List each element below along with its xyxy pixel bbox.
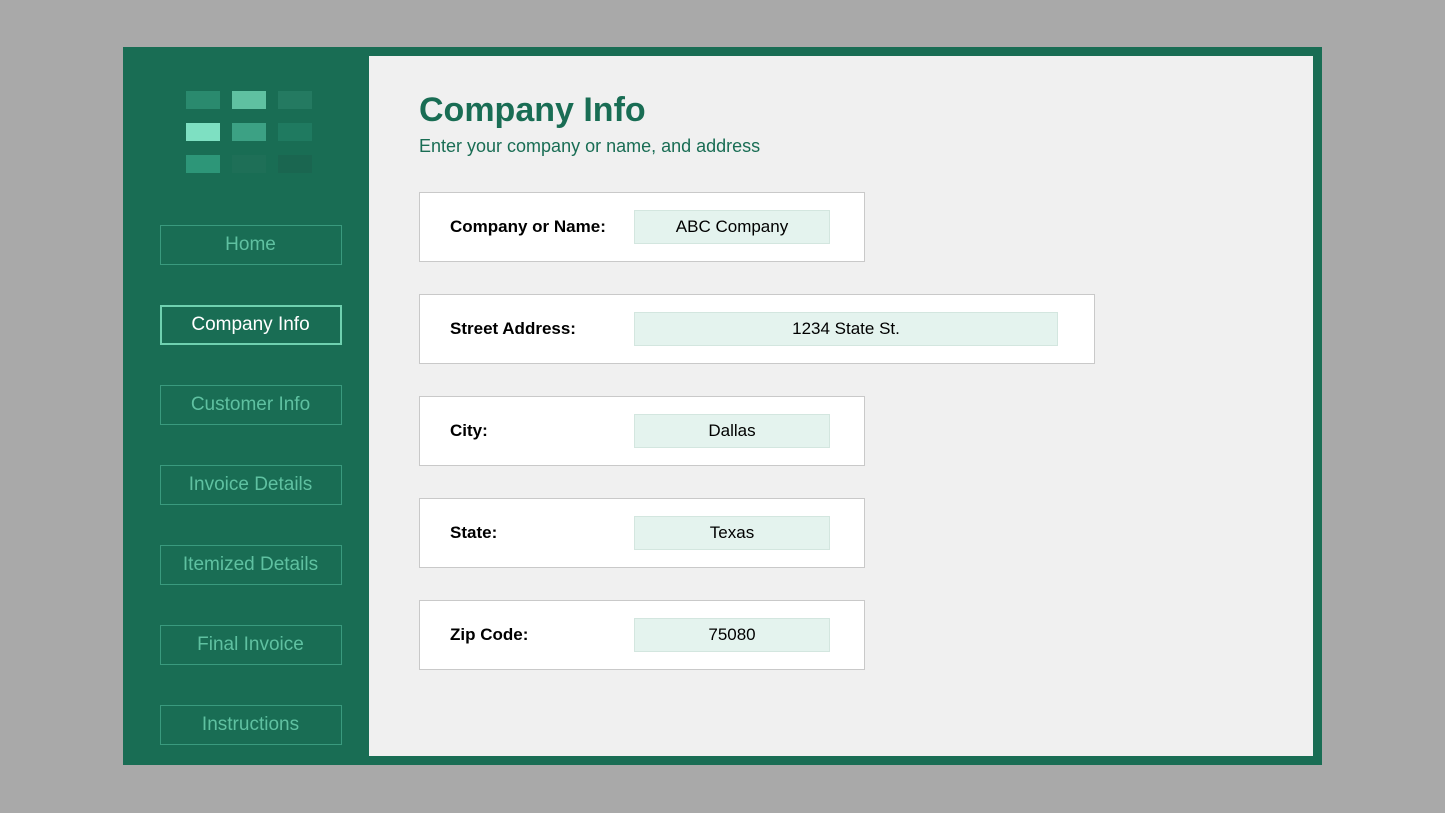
city-input[interactable]: Dallas — [634, 414, 830, 448]
nav-itemized-details[interactable]: Itemized Details — [160, 545, 342, 585]
state-input[interactable]: Texas — [634, 516, 830, 550]
logo-icon — [186, 91, 316, 175]
nav: Home Company Info Customer Info Invoice … — [160, 225, 342, 745]
nav-label: Home — [225, 234, 276, 256]
nav-label: Instructions — [202, 714, 299, 736]
field-row-city: City: Dallas — [419, 396, 865, 466]
sidebar: Home Company Info Customer Info Invoice … — [132, 56, 369, 756]
app-frame: Home Company Info Customer Info Invoice … — [123, 47, 1322, 765]
nav-instructions[interactable]: Instructions — [160, 705, 342, 745]
nav-final-invoice[interactable]: Final Invoice — [160, 625, 342, 665]
page-subtitle: Enter your company or name, and address — [419, 136, 1263, 157]
field-row-zip: Zip Code: 75080 — [419, 600, 865, 670]
city-label: City: — [450, 421, 620, 441]
street-input[interactable]: 1234 State St. — [634, 312, 1058, 346]
zip-input[interactable]: 75080 — [634, 618, 830, 652]
page-title: Company Info — [419, 91, 1263, 130]
field-row-street: Street Address: 1234 State St. — [419, 294, 1095, 364]
nav-label: Itemized Details — [183, 554, 318, 576]
nav-home[interactable]: Home — [160, 225, 342, 265]
nav-label: Company Info — [191, 314, 309, 336]
nav-company-info[interactable]: Company Info — [160, 305, 342, 345]
field-row-state: State: Texas — [419, 498, 865, 568]
company-input[interactable]: ABC Company — [634, 210, 830, 244]
nav-invoice-details[interactable]: Invoice Details — [160, 465, 342, 505]
zip-label: Zip Code: — [450, 625, 620, 645]
app-inner: Home Company Info Customer Info Invoice … — [132, 56, 1313, 756]
nav-label: Invoice Details — [189, 474, 313, 496]
company-label: Company or Name: — [450, 217, 620, 237]
street-label: Street Address: — [450, 319, 620, 339]
nav-label: Customer Info — [191, 394, 310, 416]
field-row-company: Company or Name: ABC Company — [419, 192, 865, 262]
nav-label: Final Invoice — [197, 634, 304, 656]
nav-customer-info[interactable]: Customer Info — [160, 385, 342, 425]
state-label: State: — [450, 523, 620, 543]
main-panel: Company Info Enter your company or name,… — [369, 56, 1313, 756]
